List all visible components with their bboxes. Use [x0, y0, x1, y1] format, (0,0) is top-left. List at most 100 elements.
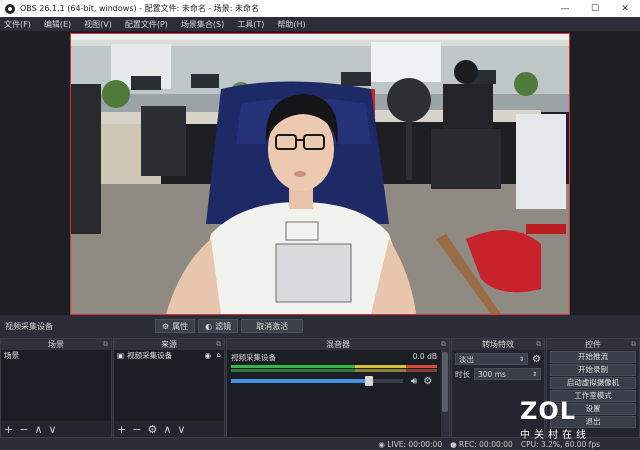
scenes-list[interactable]: 场景 [1, 350, 111, 421]
deactivate-label: 取消激活 [256, 321, 289, 331]
menu-edit[interactable]: 编辑(E) [44, 19, 71, 30]
lock-icon[interactable]: ⌂ [217, 350, 221, 361]
source-item-label: 视频采集设备 [127, 351, 173, 360]
stepper-icon[interactable]: ⇕ [532, 371, 537, 378]
menu-help[interactable]: 帮助(H) [277, 19, 305, 30]
rec-time: REC: 00:00:00 [459, 439, 513, 449]
window-titlebar: OBS 26.1.1 (64-bit, windows) - 配置文件: 未命名… [0, 0, 640, 17]
obs-logo-icon [5, 3, 15, 14]
menu-view[interactable]: 视图(V) [84, 19, 112, 30]
mixer-body: 视频采集设备 0.0 dB 🔊︎ ⚙ [227, 350, 441, 437]
dock-float-icon[interactable]: ⧉ [631, 339, 636, 350]
sources-dock-title: 来源 ⧉ [114, 339, 224, 350]
sources-toolbar: + − ⚙ ∧ ∨ [114, 421, 224, 437]
dock-float-icon[interactable]: ⧉ [216, 339, 221, 350]
scenes-dock-title: 场景 ⧉ [1, 339, 111, 350]
audio-meter [231, 365, 437, 373]
visibility-eye-icon[interactable]: ◉ [204, 350, 211, 361]
start-streaming-button[interactable]: 开始推流 [550, 351, 636, 363]
window-title: OBS 26.1.1 (64-bit, windows) - 配置文件: 未命名… [20, 4, 260, 13]
sources-list[interactable]: ▣ 视频采集设备 ◉ ⌂ [114, 350, 224, 421]
dock-float-icon[interactable]: ⧉ [441, 339, 446, 350]
zol-logo-subtitle: 中关村在线 [520, 430, 590, 441]
filters-label: 滤镜 [215, 321, 232, 331]
close-button[interactable]: ✕ [610, 0, 640, 17]
scenes-title: 场景 [48, 340, 64, 349]
scene-item[interactable]: 场景 [1, 350, 111, 361]
move-source-up-button[interactable]: ∧ [163, 423, 171, 436]
move-source-down-button[interactable]: ∨ [177, 423, 185, 436]
source-toolbar: 视频采集设备 ⚙ 属性 ◐ 滤镜 取消激活 [0, 316, 640, 336]
controls-dock-title: 控件 ⧉ [547, 339, 639, 350]
properties-button[interactable]: ⚙ 属性 [155, 319, 196, 333]
start-recording-button[interactable]: 开始录制 [550, 364, 636, 376]
duration-input[interactable]: 300 ms ⇕ [474, 368, 541, 380]
dock-float-icon[interactable]: ⧉ [536, 339, 541, 350]
add-source-button[interactable]: + [117, 423, 126, 436]
camera-preview[interactable] [70, 33, 570, 315]
filters-button[interactable]: ◐ 滤镜 [198, 319, 239, 333]
transition-duration-row: 时长 300 ms ⇕ [455, 368, 541, 380]
live-time: LIVE: 00:00:00 [387, 439, 443, 449]
start-virtual-camera-button[interactable]: 启动虚拟摄像机 [550, 377, 636, 389]
maximize-button[interactable]: ☐ [580, 0, 610, 17]
volume-slider[interactable] [231, 376, 403, 386]
menu-scene-collection[interactable]: 场景集合(S) [181, 19, 224, 30]
add-scene-button[interactable]: + [4, 423, 13, 436]
sources-title: 来源 [161, 340, 177, 349]
zol-logo-text: ZOL [520, 397, 577, 425]
transitions-title: 转场特效 [482, 340, 514, 349]
duration-label: 时长 [455, 369, 470, 379]
scenes-dock: 场景 ⧉ 场景 + − ∧ ∨ [0, 338, 112, 438]
volume-slider-fill [231, 379, 369, 383]
move-scene-down-button[interactable]: ∨ [49, 423, 57, 436]
scenes-toolbar: + − ∧ ∨ [1, 421, 111, 437]
filter-icon: ◐ [205, 321, 213, 331]
preview-area[interactable] [0, 31, 640, 315]
transitions-dock-title: 转场特效 ⧉ [452, 339, 544, 350]
move-scene-up-button[interactable]: ∧ [34, 423, 42, 436]
source-item[interactable]: ▣ 视频采集设备 ◉ ⌂ [114, 350, 224, 361]
mixer-title: 混音器 [326, 340, 350, 349]
meter-yellow-segment-2 [354, 369, 407, 372]
camera-icon: ▣ [117, 351, 125, 360]
scene-item-label: 场景 [4, 351, 19, 360]
meter-green-segment [231, 365, 355, 368]
sources-dock: 来源 ⧉ ▣ 视频采集设备 ◉ ⌂ + − ⚙ ∧ ∨ [113, 338, 225, 438]
window-controls: — ☐ ✕ [550, 0, 640, 17]
broadcast-icon: ◉ [378, 439, 385, 449]
remove-source-button[interactable]: − [132, 423, 141, 436]
menu-profile[interactable]: 配置文件(P) [125, 19, 168, 30]
menu-file[interactable]: 文件(F) [4, 19, 31, 30]
menu-tools[interactable]: 工具(T) [237, 19, 264, 30]
meter-green-segment-2 [231, 369, 355, 372]
source-properties-button[interactable]: ⚙ [147, 423, 157, 436]
meter-yellow-segment [354, 365, 407, 368]
live-status: ◉ LIVE: 00:00:00 [378, 440, 442, 449]
deactivate-button[interactable]: 取消激活 [241, 319, 304, 333]
volume-slider-handle[interactable] [364, 376, 373, 386]
duration-value: 300 ms [478, 369, 506, 379]
minimize-button[interactable]: — [550, 0, 580, 17]
remove-scene-button[interactable]: − [19, 423, 28, 436]
audio-mixer-dock: 混音器 ⧉ 视频采集设备 0.0 dB 🔊︎ ⚙ [226, 338, 450, 438]
volume-row: 🔊︎ ⚙ [231, 376, 437, 387]
transition-type-row: 淡出 ⇕ ⚙ [455, 353, 541, 365]
mixer-scrollbar-thumb[interactable] [442, 352, 448, 412]
mixer-scrollbar[interactable] [441, 350, 449, 437]
gear-icon[interactable]: ⚙ [423, 376, 432, 387]
meter-red-segment-2 [406, 369, 437, 372]
gear-icon[interactable]: ⚙ [532, 354, 541, 365]
speaker-icon[interactable]: 🔊︎ [411, 376, 417, 387]
meter-red-segment [406, 365, 437, 368]
mixer-channel-header: 视频采集设备 0.0 dB [227, 350, 441, 363]
selected-source-name: 视频采集设备 [5, 321, 53, 331]
transition-type-select[interactable]: 淡出 ⇕ [455, 353, 529, 365]
gear-icon: ⚙ [162, 321, 170, 331]
controls-title: 控件 [585, 340, 601, 349]
zol-watermark: ZOL 中关村在线 [520, 398, 635, 446]
menubar: 文件(F) 编辑(E) 视图(V) 配置文件(P) 场景集合(S) 工具(T) … [0, 17, 640, 31]
chevron-updown-icon: ⇕ [519, 355, 525, 363]
rec-status: ● REC: 00:00:00 [450, 440, 513, 449]
dock-float-icon[interactable]: ⧉ [103, 339, 108, 350]
